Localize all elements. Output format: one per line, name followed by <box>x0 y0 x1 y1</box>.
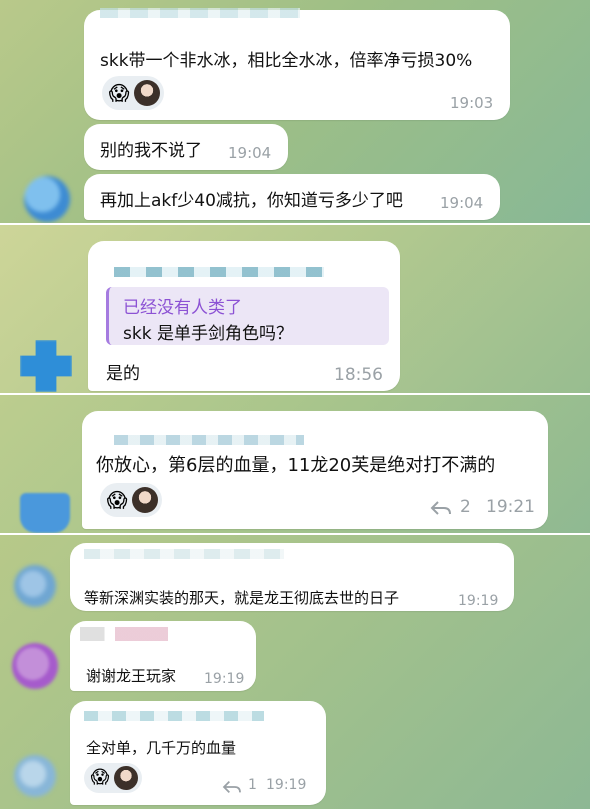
message-time: 19:19 <box>458 593 499 609</box>
message-bubble[interactable]: 谢谢龙王玩家 19:19 <box>70 621 256 691</box>
message-bubble[interactable]: 已经没有人类了 skk 是单手剑角色吗？ 是的 18:56 <box>88 241 400 391</box>
scream-emoji-icon: 😱 <box>108 81 130 105</box>
chat-panel-2: 已经没有人类了 skk 是单手剑角色吗？ 是的 18:56 <box>0 225 590 395</box>
message-time: 18:56 <box>334 365 383 385</box>
message-text: skk带一个非水冰，相比全水冰，倍率净亏损30% <box>100 51 473 71</box>
message-bubble[interactable]: skk带一个非水冰，相比全水冰，倍率净亏损30% 😱 19:03 <box>84 8 510 120</box>
chat-panel-3: 你放心，第6层的血量，11龙20芙是绝对打不满的 😱 2 19:21 <box>0 395 590 535</box>
message-bubble[interactable]: 你放心，第6层的血量，11龙20芙是绝对打不满的 😱 2 19:21 <box>82 411 548 529</box>
quote-text: skk 是单手剑角色吗？ <box>123 324 293 344</box>
message-bubble[interactable]: 再加上akf少40减抗，你知道亏多少了吧 19:04 <box>84 174 500 220</box>
message-time: 19:03 <box>450 94 494 112</box>
message-time: 19:19 <box>204 671 245 687</box>
sender-name-blurred <box>84 549 284 559</box>
reactor-avatar <box>132 487 158 513</box>
reactor-avatar <box>114 766 138 790</box>
reactor-avatar <box>134 80 160 106</box>
sender-avatar[interactable] <box>24 176 70 222</box>
message-time: 19:21 <box>486 497 535 517</box>
message-text: 是的 <box>106 364 140 384</box>
scream-emoji-icon: 😱 <box>90 767 110 788</box>
sender-name-blurred <box>114 267 324 277</box>
sender-name-blurred <box>80 627 168 641</box>
reply-quote[interactable]: 已经没有人类了 skk 是单手剑角色吗？ <box>106 287 389 345</box>
sender-name-blurred <box>114 435 304 445</box>
reaction-chip[interactable]: 😱 <box>100 483 162 517</box>
message-text: 等新深渊实装的那天，就是龙王彻底去世的日子 <box>84 589 400 607</box>
message-time: 19:04 <box>228 144 272 162</box>
sender-avatar[interactable] <box>12 643 58 689</box>
chat-panel-1: skk带一个非水冰，相比全水冰，倍率净亏损30% 😱 19:03 别的我不说了 … <box>0 0 590 225</box>
reply-count[interactable]: 1 <box>248 777 257 793</box>
message-bubble[interactable]: 等新深渊实装的那天，就是龙王彻底去世的日子 19:19 <box>70 543 514 611</box>
message-time: 19:19 <box>266 777 307 793</box>
message-time: 19:04 <box>440 194 484 212</box>
scream-emoji-icon: 😱 <box>106 488 128 512</box>
sender-avatar[interactable] <box>20 493 70 533</box>
reply-arrow-icon[interactable] <box>222 779 242 795</box>
reaction-chip[interactable]: 😱 <box>84 763 142 793</box>
sender-avatar[interactable] <box>20 340 72 392</box>
message-text: 全对单，几千万的血量 <box>86 739 237 757</box>
message-text: 谢谢龙王玩家 <box>86 667 177 685</box>
quote-title: 已经没有人类了 <box>123 298 242 318</box>
reaction-chip[interactable]: 😱 <box>102 76 164 110</box>
reply-count[interactable]: 2 <box>460 497 471 517</box>
message-text: 别的我不说了 <box>100 141 202 161</box>
sender-avatar[interactable] <box>14 565 56 607</box>
message-text: 你放心，第6层的血量，11龙20芙是绝对打不满的 <box>96 455 496 476</box>
reply-arrow-icon[interactable] <box>430 499 452 517</box>
message-text: 再加上akf少40减抗，你知道亏多少了吧 <box>100 191 403 211</box>
sender-name-blurred <box>100 8 300 18</box>
sender-avatar[interactable] <box>14 755 56 797</box>
chat-panel-4: 等新深渊实装的那天，就是龙王彻底去世的日子 19:19 谢谢龙王玩家 19:19… <box>0 535 590 809</box>
message-bubble[interactable]: 全对单，几千万的血量 😱 1 19:19 <box>70 701 326 805</box>
message-bubble[interactable]: 别的我不说了 19:04 <box>84 124 288 170</box>
sender-name-blurred <box>84 711 264 721</box>
